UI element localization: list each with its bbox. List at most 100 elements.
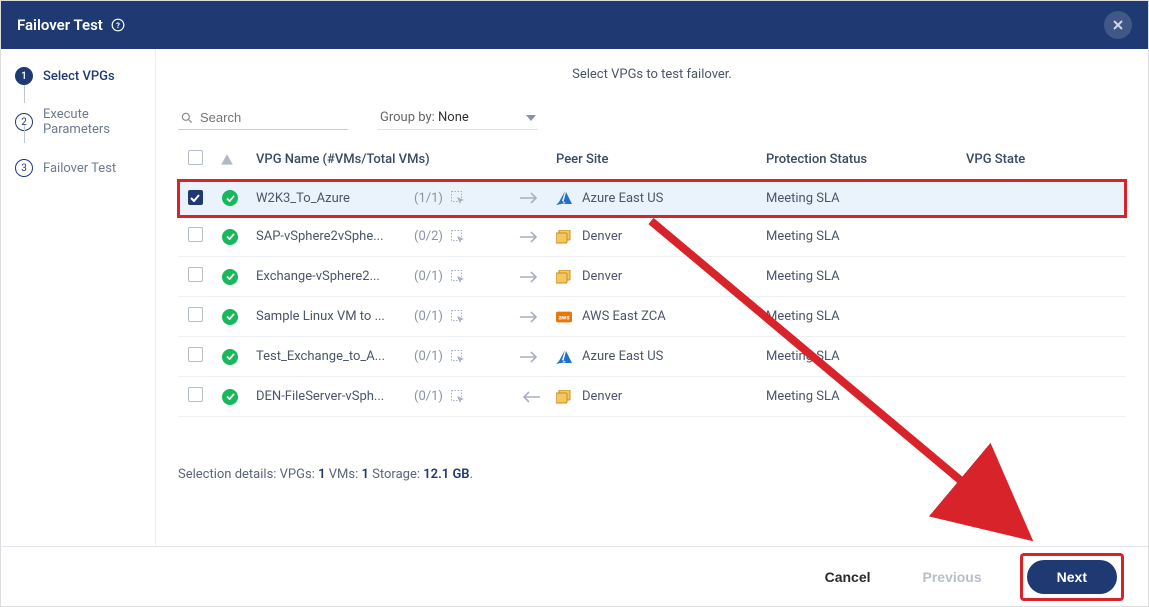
next-button[interactable]: Next <box>1027 560 1117 594</box>
status-ok-icon <box>222 269 238 285</box>
next-button-highlight: Next <box>1020 553 1124 601</box>
status-ok-icon <box>222 229 238 245</box>
chevron-down-icon <box>526 115 536 121</box>
footer: Cancel Previous Next <box>1 546 1148 606</box>
step-number-icon: 3 <box>15 159 33 177</box>
vpgs-table: VPG Name (#VMs/Total VMs) Peer Site Prot… <box>178 140 1126 417</box>
select-vms-icon[interactable] <box>451 390 465 404</box>
step-label: Failover Test <box>43 161 116 176</box>
row-checkbox[interactable] <box>188 387 203 402</box>
vm-count: (0/1) <box>414 309 443 324</box>
groupby-label: Group by: <box>380 110 435 125</box>
row-checkbox[interactable] <box>188 267 203 282</box>
direction-arrow-icon <box>520 391 540 403</box>
dialog-title-wrap: Failover Test ? <box>17 16 125 34</box>
select-vms-icon[interactable] <box>451 350 465 364</box>
wizard-sidebar: 1 Select VPGs 2Execute Parameters 3 Failover… <box>1 49 156 546</box>
table-row[interactable]: W2K3_To_Azure (1/1) Azure East US Meetin… <box>178 180 1126 217</box>
vpg-name: Exchange-vSphere2... <box>256 269 406 284</box>
protection-status: Meeting SLA <box>766 269 840 284</box>
vsphere-icon <box>556 269 572 285</box>
table-row[interactable]: Sample Linux VM to ... (0/1) awsAWS East… <box>178 297 1126 337</box>
selection-vpgs: 1 <box>318 467 325 482</box>
select-all-checkbox[interactable] <box>188 150 203 165</box>
close-button[interactable] <box>1104 11 1132 39</box>
vm-count: (0/1) <box>414 269 443 284</box>
vpg-name: DEN-FileServer-vSph... <box>256 389 406 404</box>
search-icon <box>180 111 194 125</box>
row-checkbox[interactable] <box>188 307 203 322</box>
main-panel: Select VPGs to test failover. Group by: … <box>156 49 1148 546</box>
azure-icon <box>556 190 572 206</box>
row-checkbox[interactable] <box>188 347 203 362</box>
dialog-header: Failover Test ? <box>1 1 1148 49</box>
row-checkbox[interactable] <box>188 190 203 205</box>
selection-vms: 1 <box>362 467 369 482</box>
vsphere-icon <box>556 229 572 245</box>
peer-site-name: Denver <box>582 269 622 284</box>
direction-arrow-icon <box>520 351 540 363</box>
failover-test-dialog: Failover Test ? 1 Select VPGs 2Execute Par… <box>0 0 1149 607</box>
close-icon <box>1113 20 1123 30</box>
table-row[interactable]: Exchange-vSphere2... (0/1) Denver Meetin… <box>178 257 1126 297</box>
table-row[interactable]: Test_Exchange_to_A... (0/1) Azure East U… <box>178 337 1126 377</box>
step-label: Select VPGs <box>43 69 115 84</box>
col-header-name[interactable]: VPG Name (#VMs/Total VMs) <box>248 140 548 180</box>
step-number-icon: 1 <box>15 67 33 85</box>
status-ok-icon <box>222 349 238 365</box>
search-input[interactable] <box>200 110 346 125</box>
vsphere-icon <box>556 389 572 405</box>
wizard-step[interactable]: 3 Failover Test <box>15 159 155 193</box>
select-vms-icon[interactable] <box>451 230 465 244</box>
protection-status: Meeting SLA <box>766 229 840 244</box>
vpg-name: Sample Linux VM to ... <box>256 309 406 324</box>
vm-count: (0/2) <box>414 229 443 244</box>
peer-site-name: Azure East US <box>582 191 663 206</box>
table-row[interactable]: DEN-FileServer-vSph... (0/1) Denver Meet… <box>178 377 1126 417</box>
col-header-peer[interactable]: Peer Site <box>548 140 758 180</box>
vm-count: (1/1) <box>414 191 443 206</box>
vpg-name: SAP-vSphere2vSphe... <box>256 229 406 244</box>
svg-text:?: ? <box>116 21 120 30</box>
protection-status: Meeting SLA <box>766 309 840 324</box>
groupby-value: None <box>438 110 469 125</box>
protection-status: Meeting SLA <box>766 191 840 206</box>
cancel-button[interactable]: Cancel <box>811 561 885 593</box>
aws-icon: aws <box>556 309 572 325</box>
col-header-protection[interactable]: Protection Status <box>758 140 958 180</box>
warning-icon <box>220 153 240 167</box>
wizard-step[interactable]: 1 Select VPGs <box>15 67 155 101</box>
select-vms-icon[interactable] <box>451 310 465 324</box>
protection-status: Meeting SLA <box>766 389 840 404</box>
vpg-name: Test_Exchange_to_A... <box>256 349 406 364</box>
vpg-name: W2K3_To_Azure <box>256 191 406 206</box>
search-field-wrap[interactable] <box>178 106 348 130</box>
dialog-body: 1 Select VPGs 2Execute Parameters 3 Failover… <box>1 49 1148 546</box>
azure-icon <box>556 349 572 365</box>
protection-status: Meeting SLA <box>766 349 840 364</box>
subtitle-text: Select VPGs to test failover. <box>178 67 1126 82</box>
direction-arrow-icon <box>520 192 540 204</box>
step-label: Execute Parameters <box>43 107 155 137</box>
previous-button: Previous <box>909 561 996 593</box>
table-header-row: VPG Name (#VMs/Total VMs) Peer Site Prot… <box>178 140 1126 180</box>
table-row[interactable]: SAP-vSphere2vSphe... (0/2) Denver Meetin… <box>178 217 1126 257</box>
help-icon[interactable]: ? <box>111 18 125 32</box>
peer-site-name: Azure East US <box>582 349 663 364</box>
vm-count: (0/1) <box>414 349 443 364</box>
direction-arrow-icon <box>520 311 540 323</box>
peer-site-name: Denver <box>582 389 622 404</box>
toolbar: Group by: None <box>178 106 1126 130</box>
col-header-state[interactable]: VPG State <box>958 140 1126 180</box>
select-vms-icon[interactable] <box>451 270 465 284</box>
direction-arrow-icon <box>520 271 540 283</box>
select-vms-icon[interactable] <box>451 191 465 205</box>
status-ok-icon <box>222 190 238 206</box>
groupby-dropdown[interactable]: Group by: None <box>378 106 538 130</box>
selection-storage: 12.1 GB <box>423 467 469 482</box>
direction-arrow-icon <box>520 231 540 243</box>
row-checkbox[interactable] <box>188 227 203 242</box>
wizard-step[interactable]: 2Execute Parameters <box>15 107 155 153</box>
status-ok-icon <box>222 389 238 405</box>
peer-site-name: Denver <box>582 229 622 244</box>
